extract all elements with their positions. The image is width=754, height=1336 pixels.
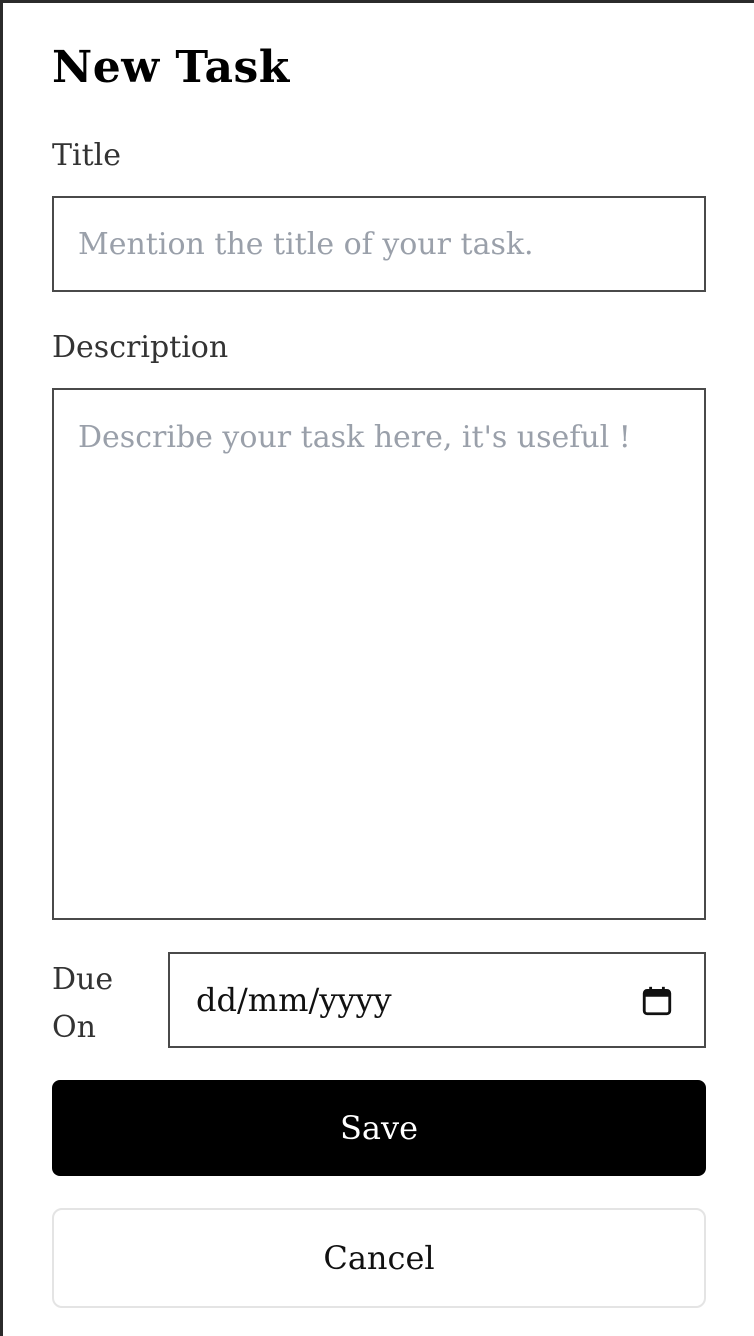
window-frame-left <box>0 0 3 1336</box>
description-textarea[interactable] <box>52 388 706 920</box>
window-frame-top <box>0 0 754 3</box>
due-date-value: dd/mm/yyyy <box>196 981 392 1019</box>
due-date-input[interactable]: dd/mm/yyyy <box>168 952 706 1048</box>
title-label: Title <box>52 138 122 173</box>
page-title: New Task <box>52 42 290 93</box>
due-on-label: Due On <box>52 962 114 1045</box>
description-label: Description <box>52 330 229 365</box>
save-button[interactable]: Save <box>52 1080 706 1176</box>
cancel-button[interactable]: Cancel <box>52 1208 706 1308</box>
calendar-icon[interactable] <box>640 984 674 1018</box>
title-input[interactable] <box>52 196 706 292</box>
